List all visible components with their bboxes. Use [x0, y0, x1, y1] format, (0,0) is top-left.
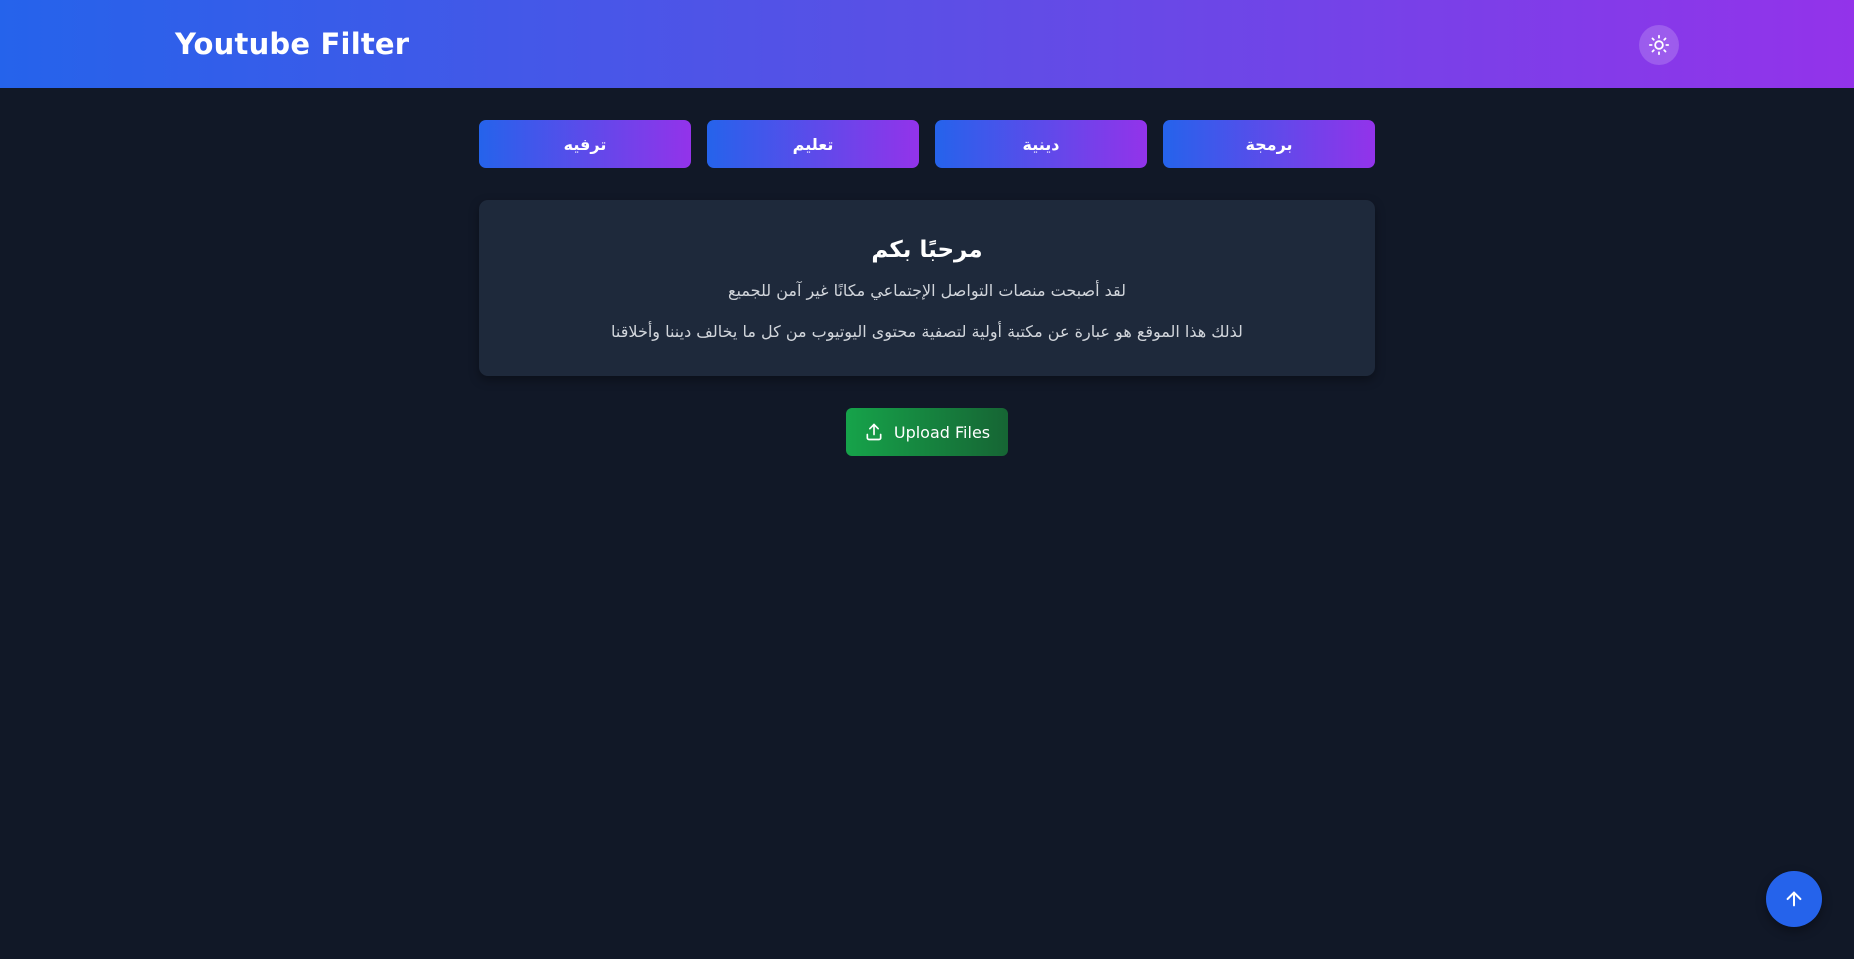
category-entertainment-button[interactable]: ترفيه: [479, 120, 691, 168]
top-navbar: Youtube Filter: [0, 0, 1854, 88]
scroll-to-top-button[interactable]: [1766, 871, 1822, 927]
welcome-text-line-1: لقد أصبحت منصات التواصل الإجتماعي مكانًا…: [728, 281, 1126, 300]
upload-icon: [864, 422, 884, 442]
welcome-title: مرحبًا بكم: [871, 237, 983, 263]
theme-toggle-button[interactable]: [1639, 25, 1679, 65]
category-buttons: برمجة دينية تعليم ترفيه: [479, 120, 1375, 168]
welcome-text-line-2: لذلك هذا الموقع هو عبارة عن مكتبة أولية …: [611, 322, 1243, 341]
category-education-button[interactable]: تعليم: [707, 120, 919, 168]
welcome-card: مرحبًا بكم لقد أصبحت منصات التواصل الإجت…: [479, 200, 1375, 376]
brand-title[interactable]: Youtube Filter: [175, 24, 409, 64]
upload-files-label: Upload Files: [893, 422, 991, 442]
category-religious-button[interactable]: دينية: [935, 120, 1147, 168]
upload-files-button[interactable]: Upload Files: [846, 408, 1008, 456]
category-programming-button[interactable]: برمجة: [1163, 120, 1375, 168]
arrow-up-icon: [1783, 888, 1805, 910]
sun-icon: [1648, 34, 1670, 56]
